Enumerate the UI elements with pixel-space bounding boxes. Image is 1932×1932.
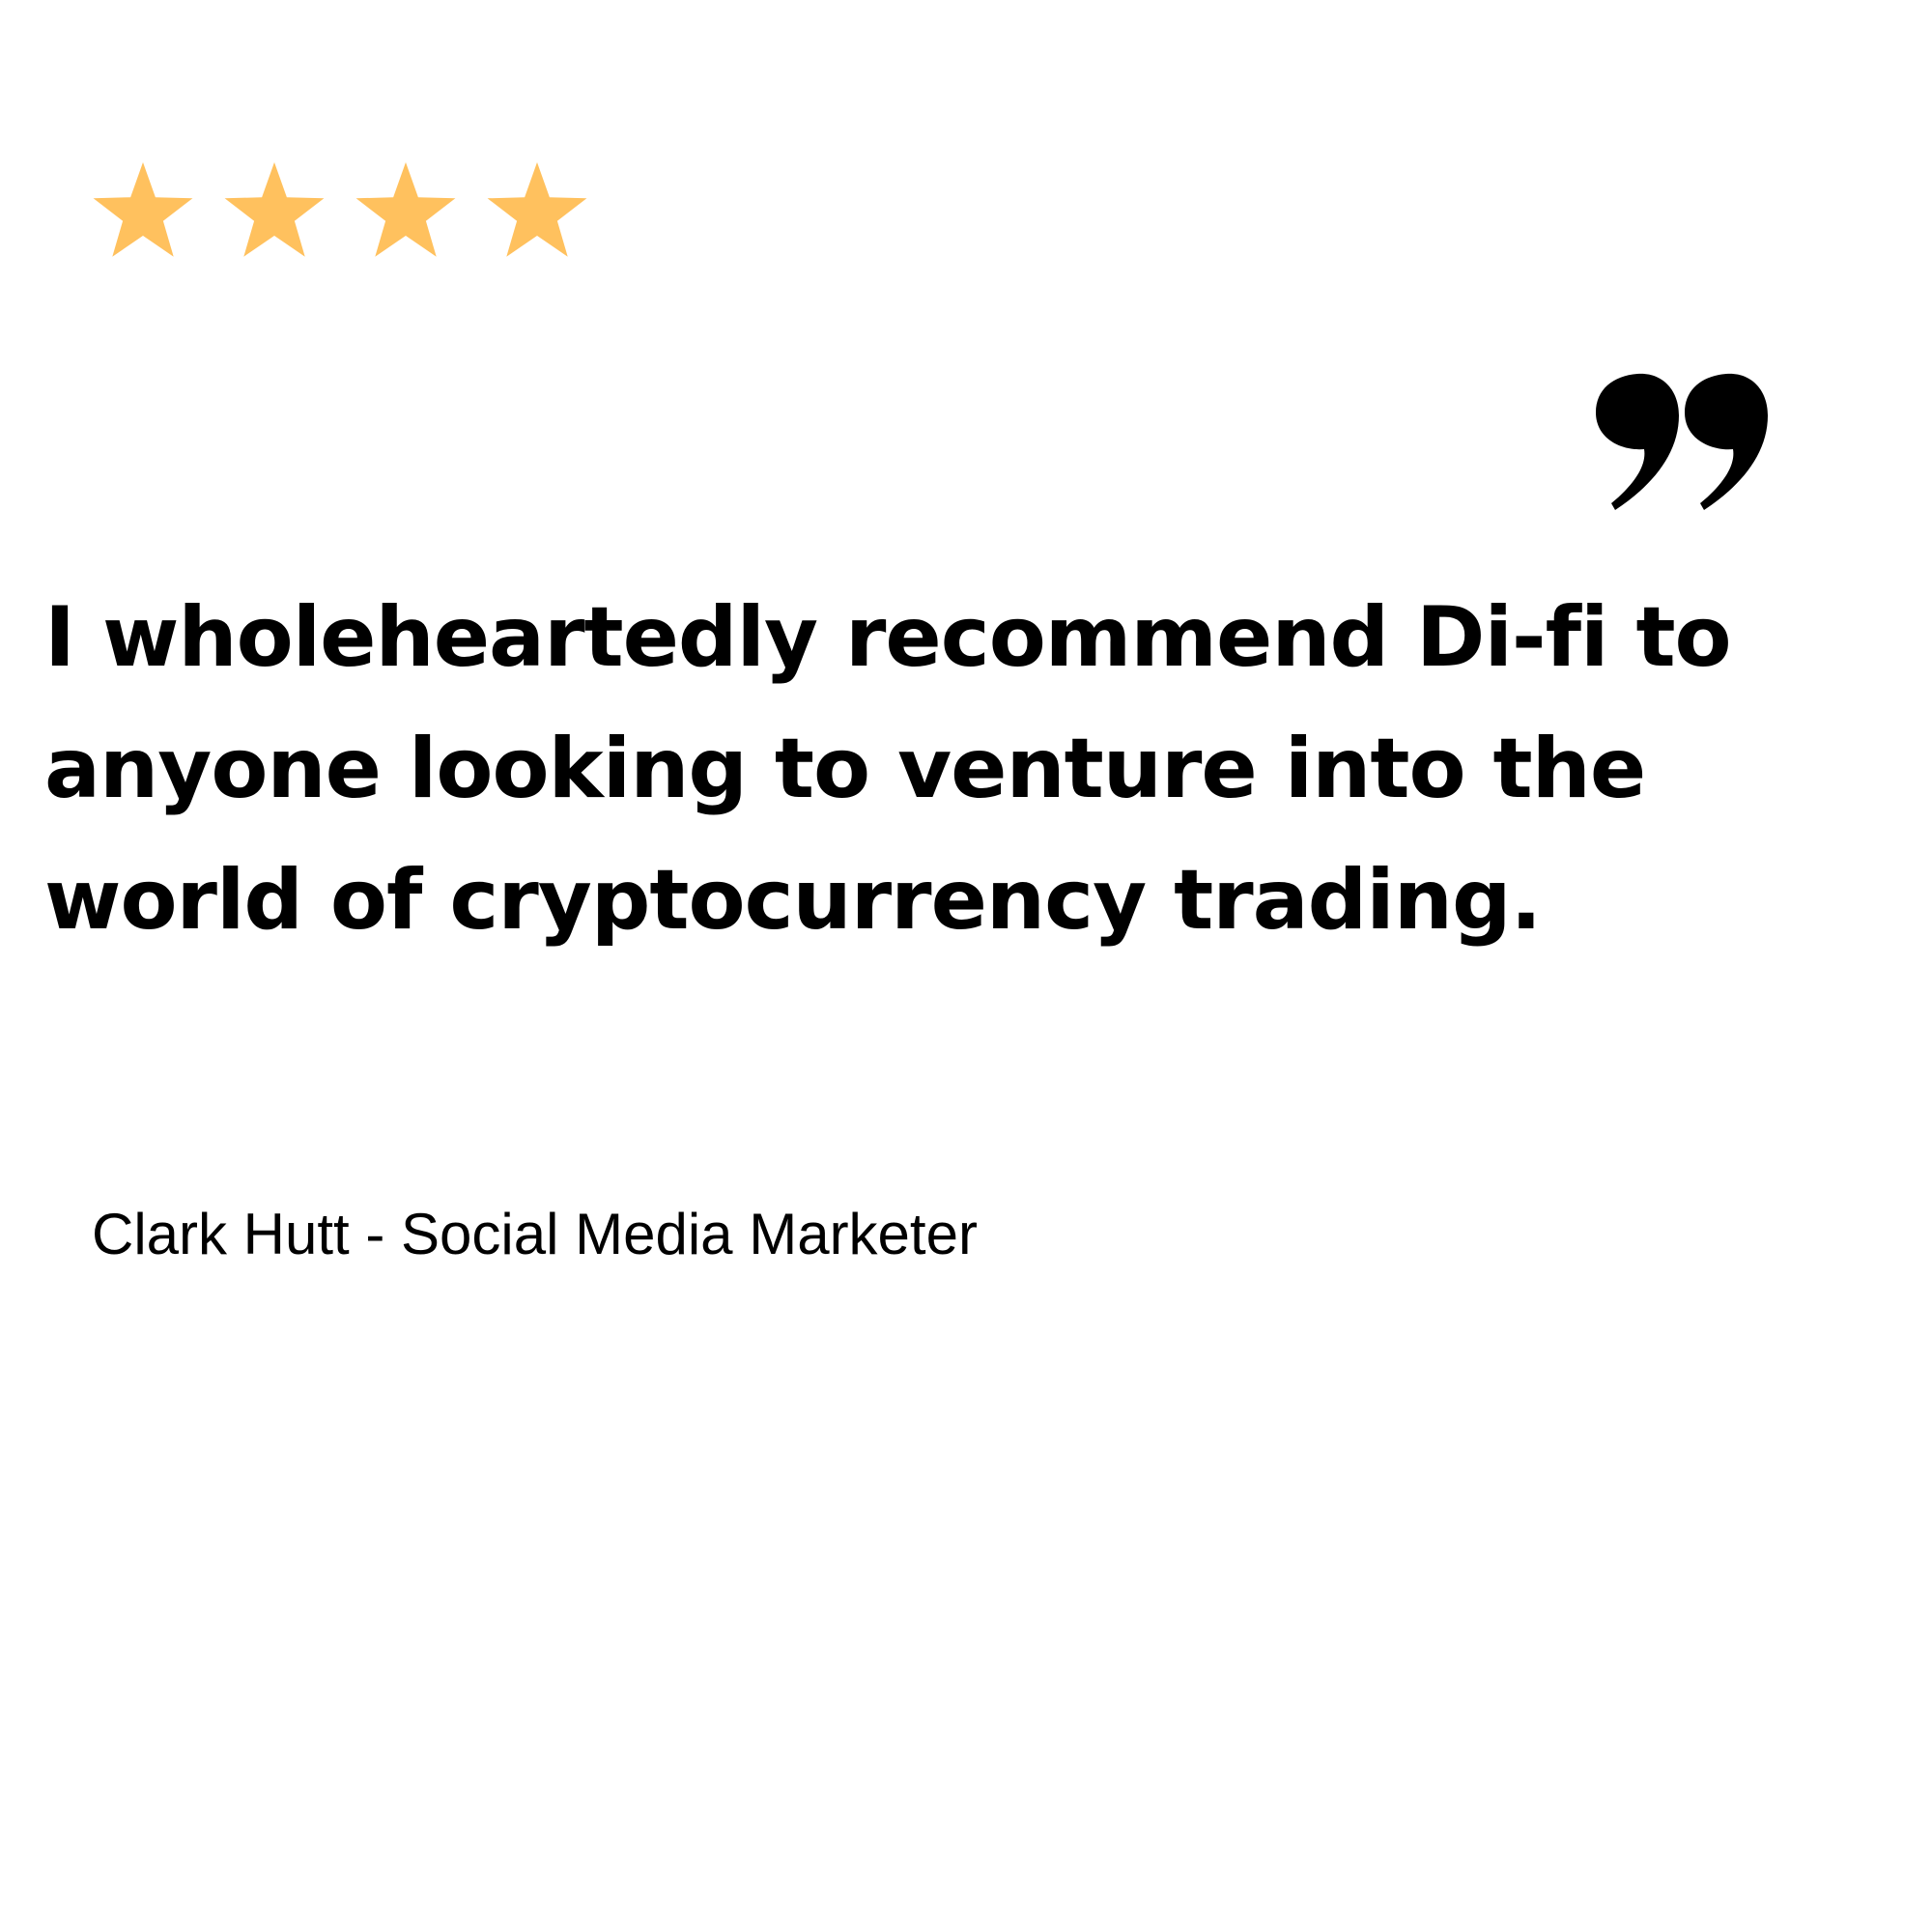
- testimonial-card: I wholeheartedly recommend Di-fi to anyo…: [0, 0, 1932, 1932]
- star-icon: [224, 162, 325, 257]
- closing-quote-icon: [1594, 372, 1787, 517]
- testimonial-quote: I wholeheartedly recommend Di-fi to anyo…: [44, 589, 1732, 949]
- author-attribution: Clark Hutt - Social Media Marketer: [92, 1202, 978, 1266]
- quote-mark-right: [1685, 373, 1768, 510]
- quote-mark-left: [1596, 373, 1679, 510]
- star-icon: [93, 162, 193, 257]
- star-rating: [85, 155, 587, 270]
- star-icon: [487, 162, 587, 257]
- star-icon: [355, 162, 456, 257]
